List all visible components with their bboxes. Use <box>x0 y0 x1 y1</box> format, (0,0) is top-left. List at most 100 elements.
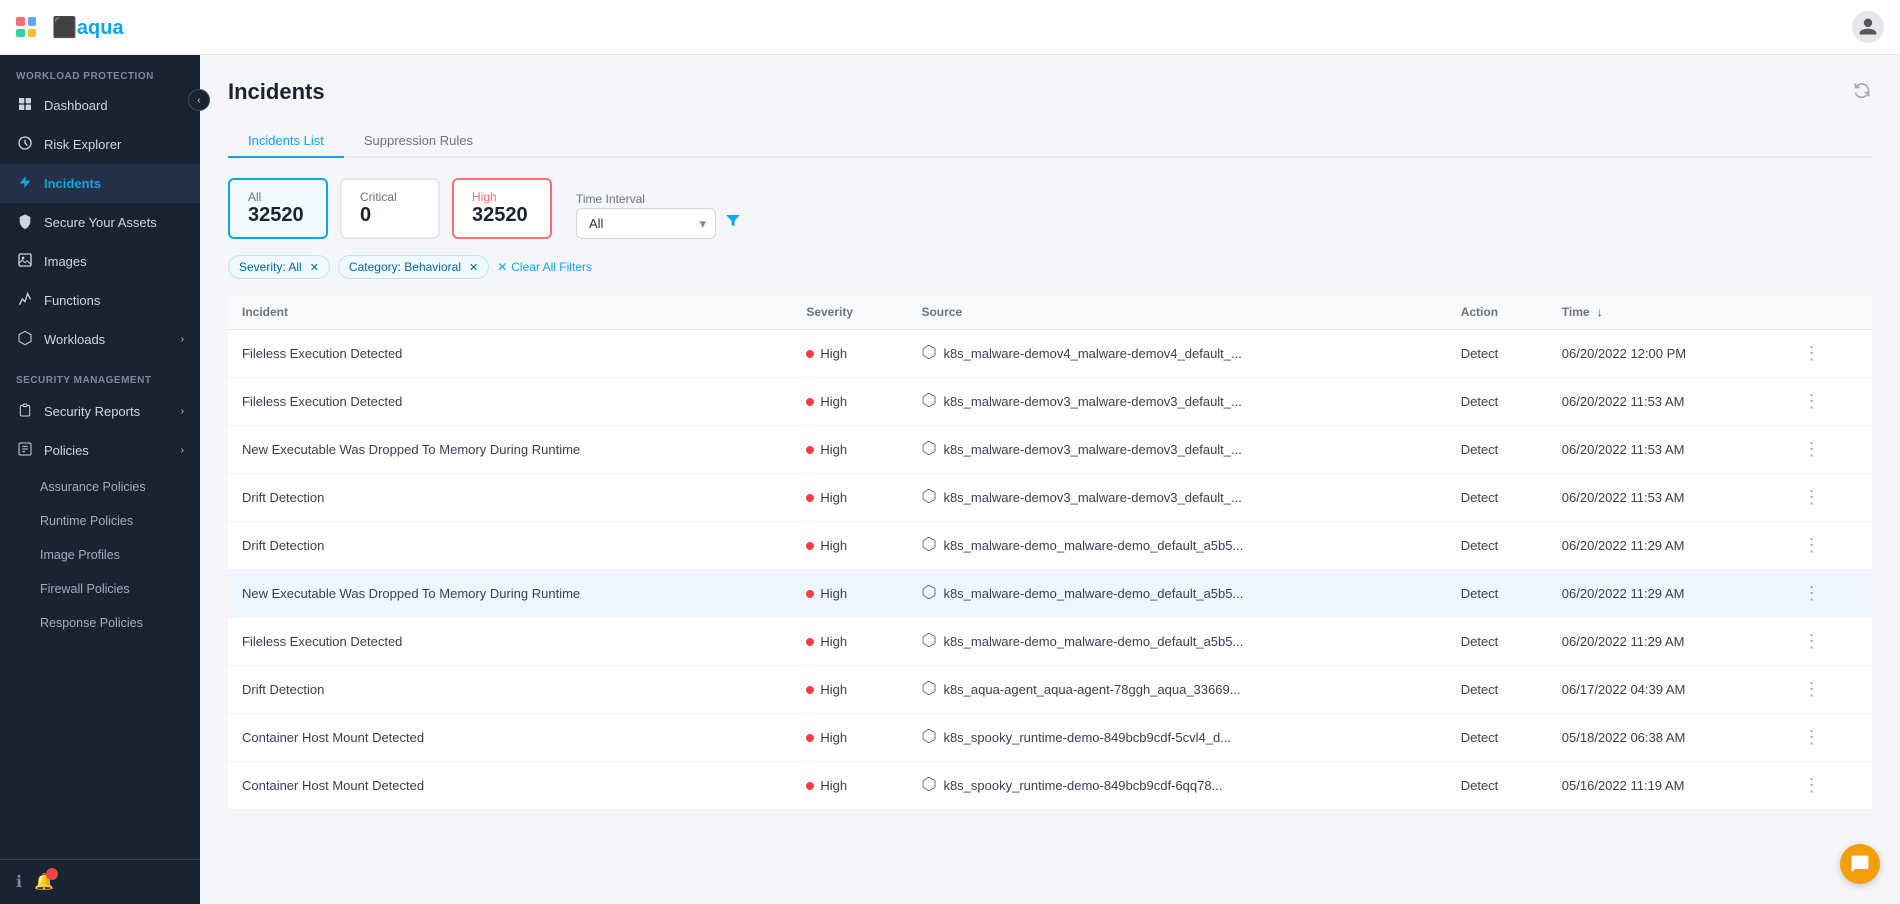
sidebar-item-dashboard[interactable]: Dashboard <box>0 86 200 125</box>
cell-more[interactable]: ⋮ <box>1783 570 1872 618</box>
severity-card-high[interactable]: High 32520 <box>452 178 552 239</box>
severity-card-high-label: High <box>472 190 532 204</box>
cell-more[interactable]: ⋮ <box>1783 474 1872 522</box>
table-row[interactable]: Drift Detection High k8s_aqua-agent_aqua… <box>228 666 1872 714</box>
user-avatar[interactable] <box>1852 11 1884 43</box>
sidebar-item-secure-assets[interactable]: Secure Your Assets <box>0 203 200 242</box>
severity-dot <box>806 398 814 406</box>
cell-severity: High <box>792 474 907 522</box>
cell-action: Detect <box>1447 474 1548 522</box>
source-text: k8s_malware-demov3_malware-demov3_defaul… <box>943 394 1241 409</box>
cell-action: Detect <box>1447 378 1548 426</box>
sidebar-item-security-reports[interactable]: Security Reports › <box>0 392 200 431</box>
risk-explorer-icon <box>16 135 34 154</box>
more-options-button[interactable]: ⋮ <box>1797 581 1827 606</box>
cell-more[interactable]: ⋮ <box>1783 378 1872 426</box>
source-icon <box>921 776 937 795</box>
more-options-button[interactable]: ⋮ <box>1797 773 1827 798</box>
sidebar-item-assurance-policies[interactable]: Assurance Policies <box>0 470 200 504</box>
table-row[interactable]: New Executable Was Dropped To Memory Dur… <box>228 426 1872 474</box>
sidebar-item-firewall-policies[interactable]: Firewall Policies <box>0 572 200 606</box>
sidebar-section-security: Security Management <box>0 359 200 392</box>
table-row[interactable]: New Executable Was Dropped To Memory Dur… <box>228 570 1872 618</box>
table-row[interactable]: Drift Detection High k8s_malware-demov3_… <box>228 474 1872 522</box>
tab-incidents-list[interactable]: Incidents List <box>228 125 344 158</box>
cell-more[interactable]: ⋮ <box>1783 762 1872 810</box>
cell-incident: Fileless Execution Detected <box>228 378 792 426</box>
table-row[interactable]: Container Host Mount Detected High k8s_s… <box>228 714 1872 762</box>
secure-assets-icon <box>16 213 34 232</box>
more-options-button[interactable]: ⋮ <box>1797 341 1827 366</box>
cell-incident: Fileless Execution Detected <box>228 618 792 666</box>
cell-more[interactable]: ⋮ <box>1783 426 1872 474</box>
sidebar-item-label: Dashboard <box>44 98 108 113</box>
sidebar-item-incidents[interactable]: Incidents <box>0 164 200 203</box>
info-icon[interactable]: ℹ <box>16 872 22 892</box>
more-options-button[interactable]: ⋮ <box>1797 677 1827 702</box>
source-icon <box>921 728 937 747</box>
clear-all-filters-button[interactable]: ✕ Clear All Filters <box>497 260 592 274</box>
cell-action: Detect <box>1447 426 1548 474</box>
tab-suppression-rules[interactable]: Suppression Rules <box>344 125 493 158</box>
time-interval-select[interactable]: All Last Hour Last 24 Hours Last 7 Days … <box>576 208 716 239</box>
table-row[interactable]: Fileless Execution Detected High k8s_mal… <box>228 378 1872 426</box>
sidebar-item-functions[interactable]: Functions <box>0 281 200 320</box>
cell-time: 06/20/2022 11:53 AM <box>1548 474 1783 522</box>
col-action: Action <box>1447 295 1548 330</box>
sidebar-item-risk-explorer[interactable]: Risk Explorer <box>0 125 200 164</box>
sidebar-item-runtime-policies[interactable]: Runtime Policies <box>0 504 200 538</box>
sidebar-sub-label: Image Profiles <box>40 548 120 562</box>
chat-bubble[interactable] <box>1840 844 1880 884</box>
cell-more[interactable]: ⋮ <box>1783 666 1872 714</box>
cell-time: 06/20/2022 11:53 AM <box>1548 426 1783 474</box>
cell-action: Detect <box>1447 714 1548 762</box>
source-icon <box>921 680 937 699</box>
more-options-button[interactable]: ⋮ <box>1797 485 1827 510</box>
filter-chip-severity-remove[interactable]: ✕ <box>310 261 319 274</box>
col-time[interactable]: Time ↓ <box>1548 295 1783 330</box>
sidebar-item-workloads[interactable]: Workloads › <box>0 320 200 359</box>
cell-more[interactable]: ⋮ <box>1783 714 1872 762</box>
sidebar-item-image-profiles[interactable]: Image Profiles <box>0 538 200 572</box>
sidebar-item-policies[interactable]: Policies › <box>0 431 200 470</box>
workloads-chevron: › <box>181 334 184 345</box>
filter-funnel-icon[interactable] <box>724 212 742 235</box>
cell-more[interactable]: ⋮ <box>1783 522 1872 570</box>
sidebar-item-label: Images <box>44 254 87 269</box>
tabs: Incidents List Suppression Rules <box>228 125 1872 158</box>
severity-label: High <box>820 634 847 649</box>
sidebar-item-response-policies[interactable]: Response Policies <box>0 606 200 640</box>
table-row[interactable]: Container Host Mount Detected High k8s_s… <box>228 762 1872 810</box>
sidebar-item-images[interactable]: Images <box>0 242 200 281</box>
cell-more[interactable]: ⋮ <box>1783 618 1872 666</box>
source-icon <box>921 488 937 507</box>
source-text: k8s_malware-demov3_malware-demov3_defaul… <box>943 490 1241 505</box>
severity-card-all[interactable]: All 32520 <box>228 178 328 239</box>
security-reports-icon <box>16 402 34 421</box>
severity-dot <box>806 350 814 358</box>
severity-label: High <box>820 778 847 793</box>
more-options-button[interactable]: ⋮ <box>1797 437 1827 462</box>
sidebar-collapse-button[interactable]: ‹ <box>188 89 210 111</box>
severity-card-critical-count: 0 <box>360 204 420 227</box>
severity-label: High <box>820 442 847 457</box>
more-options-button[interactable]: ⋮ <box>1797 725 1827 750</box>
more-options-button[interactable]: ⋮ <box>1797 533 1827 558</box>
more-options-button[interactable]: ⋮ <box>1797 389 1827 414</box>
sidebar-item-label: Secure Your Assets <box>44 215 157 230</box>
app-grid-icon[interactable] <box>16 17 36 37</box>
severity-label: High <box>820 730 847 745</box>
notification-badge[interactable]: 🔔 <box>34 872 54 892</box>
table-row[interactable]: Fileless Execution Detected High k8s_mal… <box>228 618 1872 666</box>
cell-incident: Drift Detection <box>228 666 792 714</box>
cell-incident: Fileless Execution Detected <box>228 330 792 378</box>
more-options-button[interactable]: ⋮ <box>1797 629 1827 654</box>
col-actions <box>1783 295 1872 330</box>
filter-chip-category-remove[interactable]: ✕ <box>469 261 478 274</box>
cell-more[interactable]: ⋮ <box>1783 330 1872 378</box>
table-row[interactable]: Fileless Execution Detected High k8s_mal… <box>228 330 1872 378</box>
refresh-button[interactable] <box>1852 80 1872 105</box>
images-icon <box>16 252 34 271</box>
severity-card-critical[interactable]: Critical 0 <box>340 178 440 239</box>
table-row[interactable]: Drift Detection High k8s_malware-demo_ma… <box>228 522 1872 570</box>
